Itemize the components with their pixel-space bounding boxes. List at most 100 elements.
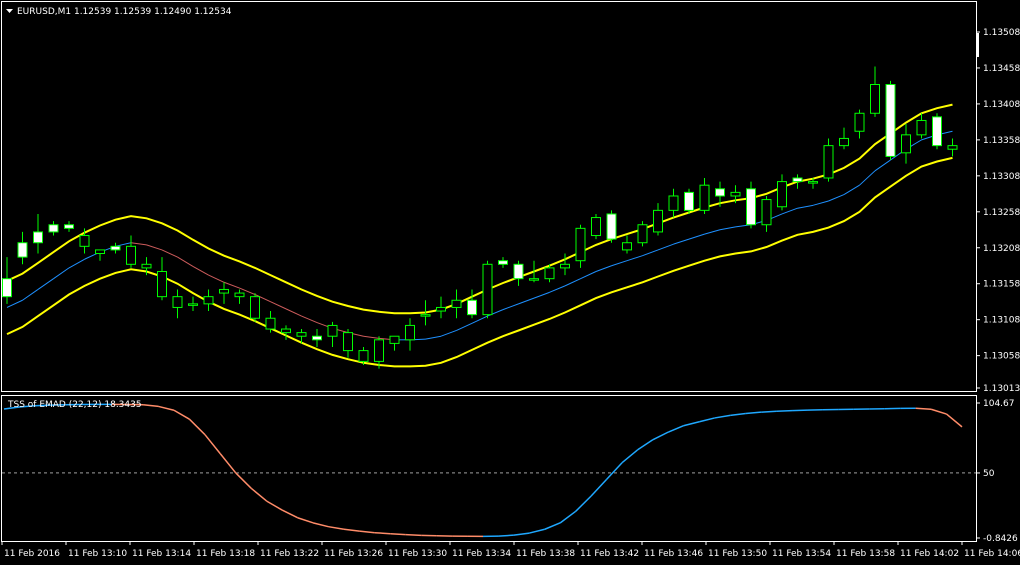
lower-envelope-line [6,156,953,368]
candle [219,282,229,304]
candle-body [405,324,415,341]
candle [48,221,59,236]
tss-line-segment [343,528,360,532]
candle-body [482,263,493,316]
candle-body [389,335,400,344]
tss-line-segment [714,414,731,419]
ema-middle-segment [518,297,535,305]
candle [746,181,756,229]
price-label: 1.13158 [983,280,1020,290]
dropdown-triangle-icon[interactable] [6,9,13,13]
candle [498,257,508,268]
candle [823,138,834,182]
ema-middle-segment [301,315,318,324]
candle [17,231,28,265]
price-label: 1.13408 [983,100,1020,110]
symbol-header[interactable]: EURUSD,M1 1.12539 1.12539 1.12490 1.1253… [6,7,232,17]
time-label: 11 Feb 13:10 [68,549,127,559]
candle-body [234,292,245,298]
ema-middle-segment [37,278,54,290]
ema-middle-segment [781,207,798,215]
candle-body [498,260,508,265]
candle-body [544,267,555,280]
ema-middle-segment [564,278,581,287]
tss-line-segment [683,421,700,427]
price-label: 1.13208 [983,244,1020,254]
price-label: 1.13258 [983,208,1020,218]
candle [901,124,911,164]
ema-middle-segment [115,242,132,247]
tss-line-segment [544,522,561,530]
candle-body [637,224,648,244]
tss-line-segment [606,462,623,480]
ema-middle-segment [549,285,566,293]
ema-middle-segment [812,200,829,206]
main-plot-area [2,66,958,369]
ema-middle-segment [22,289,39,301]
candle-body [188,303,198,306]
candle-body [2,278,12,298]
candle [126,235,136,268]
candle-body [172,296,183,308]
time-label: 11 Feb 2016 [4,549,60,559]
price-label: 1.13358 [983,136,1020,146]
candle [157,257,167,301]
candle-body [203,296,214,305]
price-scale-marker[interactable] [977,33,979,57]
candle-body [48,224,59,233]
candle-body [312,335,322,341]
candle [761,195,772,232]
candle-body [513,263,524,280]
ema-middle-segment [161,249,178,258]
candle-body [746,188,756,226]
tss-line-segment [637,439,654,451]
ema-middle-segment [642,249,659,257]
candle [234,289,245,304]
tss-line-segment [374,531,391,535]
candle-body [436,306,446,312]
candle [684,188,694,214]
price-label: 1.13058 [983,352,1020,362]
candle [467,289,477,319]
candle [622,235,632,254]
candle-body [870,84,880,114]
candle [482,260,493,319]
candle-body [79,235,90,247]
tss-line-segment [792,409,808,412]
ema-middle-segment [223,281,240,289]
candle [529,260,539,283]
price-label: 1.13108 [983,316,1020,326]
tss-line-segment [328,525,345,530]
tss-line-segment [946,413,963,428]
ema-middle-segment [53,267,70,280]
price-label: 1.13308 [983,172,1020,182]
tss-line-segment [621,449,638,464]
candle [2,257,12,304]
candle-body [358,350,369,362]
candle-body [265,317,276,330]
tss-line-segment [668,424,685,433]
candle-body [296,332,307,337]
time-label: 11 Feb 13:34 [452,549,511,559]
time-label: 11 Feb 13:22 [260,549,319,559]
candle-body [560,263,570,269]
ema-middle-segment [177,256,194,267]
candle-body [668,195,679,211]
candle [203,289,214,312]
candle [854,109,865,139]
time-label: 11 Feb 13:54 [772,549,831,559]
candle-body [451,299,462,308]
candle-body [854,112,865,132]
tss-line-segment [204,434,221,455]
ema-middle-segment [533,291,550,299]
indicator-value-label: -0.8426 [983,534,1018,544]
candle [916,113,927,139]
tss-line-segment [559,510,577,524]
tss-line-segment [575,495,592,512]
indicator-panel-frame [1,395,977,542]
candle [699,177,710,214]
candle [792,174,803,189]
ema-middle-segment [363,335,380,339]
tss-line-segment [730,412,746,417]
candle [932,113,942,150]
